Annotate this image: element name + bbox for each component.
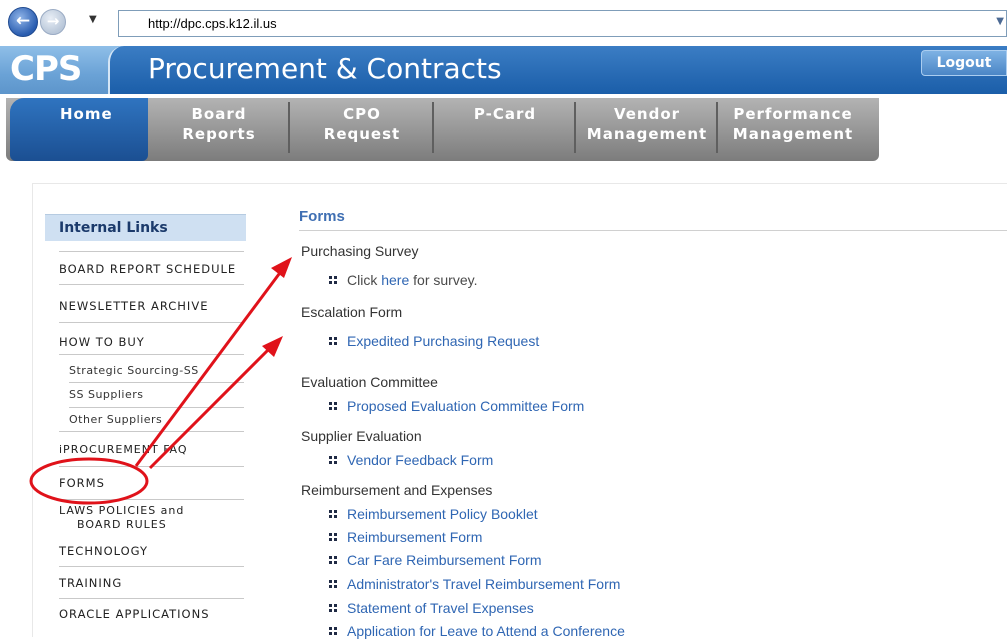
list-item: Car Fare Reimbursement Form [329,552,542,568]
back-arrow-icon[interactable]: ← [8,7,38,37]
sidebar-item-how-to-buy[interactable]: HOW TO BUY [45,335,246,349]
list-item: Statement of Travel Expenses [329,600,534,616]
survey-prefix: Click [347,272,382,288]
list-item: Reimbursement Policy Booklet [329,506,538,522]
history-dropdown-icon[interactable]: ▼ [89,14,97,25]
bullet-icon [329,533,337,541]
list-item: Proposed Evaluation Committee Form [329,398,584,414]
address-bar[interactable]: http://dpc.cps.k12.il.us ▼ [118,10,1007,37]
tab-p-card[interactable]: P-Card [434,98,576,153]
tab-label: Management [586,125,708,143]
section-heading-forms: Forms [299,208,345,225]
section-title-escalation-form: Escalation Form [301,304,403,320]
sidebar-item-board-report-schedule[interactable]: BOARD REPORT SCHEDULE [45,262,246,276]
sidebar-item-laws-policies-line2[interactable]: BOARD RULES [45,518,246,531]
bullet-icon [329,337,337,345]
administrators-travel-reimbursement-form-link[interactable]: Administrator's Travel Reimbursement For… [347,576,620,592]
survey-suffix: for survey. [409,272,478,288]
sidebar-subitem-strategic-sourcing[interactable]: Strategic Sourcing-SS [69,364,199,377]
tab-label: Reports [182,125,256,143]
sidebar: Internal Links BOARD REPORT SCHEDULE NEW… [45,214,246,644]
section-title-purchasing-survey: Purchasing Survey [301,243,419,259]
tab-home[interactable]: Home [10,98,148,161]
sidebar-item-technology[interactable]: TECHNOLOGY [45,544,246,558]
section-title-supplier-evaluation: Supplier Evaluation [301,428,422,444]
header-title-panel: Procurement & Contracts [108,46,1007,94]
sidebar-subitem-other-suppliers[interactable]: Other Suppliers [69,413,162,426]
sidebar-item-iprocurement-faq[interactable]: iPROCUREMENT FAQ [45,443,246,456]
content-panel: Internal Links BOARD REPORT SCHEDULE NEW… [32,183,1007,639]
browser-toolbar: ← → ▼ http://dpc.cps.k12.il.us ▼ [0,0,1007,40]
reimbursement-policy-booklet-link[interactable]: Reimbursement Policy Booklet [347,506,538,522]
logout-button[interactable]: Logout [921,50,1007,76]
address-dropdown-icon[interactable]: ▼ [996,16,1004,27]
page-title: Procurement & Contracts [148,52,502,85]
main-navigation: Home Board Reports CPO Request P-Card Ve… [0,94,1007,164]
tab-cpo-request[interactable]: CPO Request [290,98,434,153]
sidebar-item-newsletter-archive[interactable]: NEWSLETTER ARCHIVE [45,299,246,313]
cps-logo[interactable]: CPS [10,50,82,88]
sidebar-heading: Internal Links [45,214,246,241]
bullet-icon [329,627,337,635]
tab-vendor-management[interactable]: Vendor Management [576,98,718,153]
reimbursement-form-link[interactable]: Reimbursement Form [347,529,482,545]
bullet-icon [329,276,337,284]
proposed-evaluation-committee-form-link[interactable]: Proposed Evaluation Committee Form [347,398,584,414]
section-title-evaluation-committee: Evaluation Committee [301,374,438,390]
sidebar-item-training[interactable]: TRAINING [45,576,246,590]
site-header: CPS Procurement & Contracts Logout [0,46,1007,94]
tab-label: Vendor [613,105,681,123]
sidebar-item-forms[interactable]: FORMS [45,476,246,490]
bullet-icon [329,402,337,410]
tab-label: Performance [733,105,853,123]
tab-label: CPO [343,105,381,123]
tab-board-reports[interactable]: Board Reports [148,98,290,153]
sidebar-item-laws-policies-line1[interactable]: LAWS POLICIES and [45,504,246,517]
section-title-reimbursement-and-expenses: Reimbursement and Expenses [301,482,493,498]
list-item: Administrator's Travel Reimbursement For… [329,576,620,592]
bullet-icon [329,456,337,464]
forward-arrow-icon[interactable]: → [40,9,66,35]
survey-here-link[interactable]: here [381,272,409,288]
tab-label: Board [191,105,247,123]
list-item: Reimbursement Form [329,529,482,545]
expedited-purchasing-request-link[interactable]: Expedited Purchasing Request [347,333,539,349]
tab-label: P-Card [473,105,537,123]
vendor-feedback-form-link[interactable]: Vendor Feedback Form [347,452,493,468]
car-fare-reimbursement-form-link[interactable]: Car Fare Reimbursement Form [347,552,542,568]
sidebar-item-oracle-applications[interactable]: ORACLE APPLICATIONS [45,607,246,621]
address-url: http://dpc.cps.k12.il.us [148,16,277,31]
bullet-icon [329,510,337,518]
bullet-icon [329,604,337,612]
heading-divider [299,230,1007,231]
tab-performance-management[interactable]: Performance Management [718,98,868,153]
list-item: Click here for survey. [329,272,477,288]
bullet-icon [329,580,337,588]
statement-of-travel-expenses-link[interactable]: Statement of Travel Expenses [347,600,534,616]
list-item: Vendor Feedback Form [329,452,493,468]
bullet-icon [329,556,337,564]
tab-label: Request [323,125,401,143]
sidebar-subitem-ss-suppliers[interactable]: SS Suppliers [69,388,144,401]
list-item: Expedited Purchasing Request [329,333,539,349]
tab-label: Management [732,125,854,143]
tab-label: Home [60,105,113,123]
